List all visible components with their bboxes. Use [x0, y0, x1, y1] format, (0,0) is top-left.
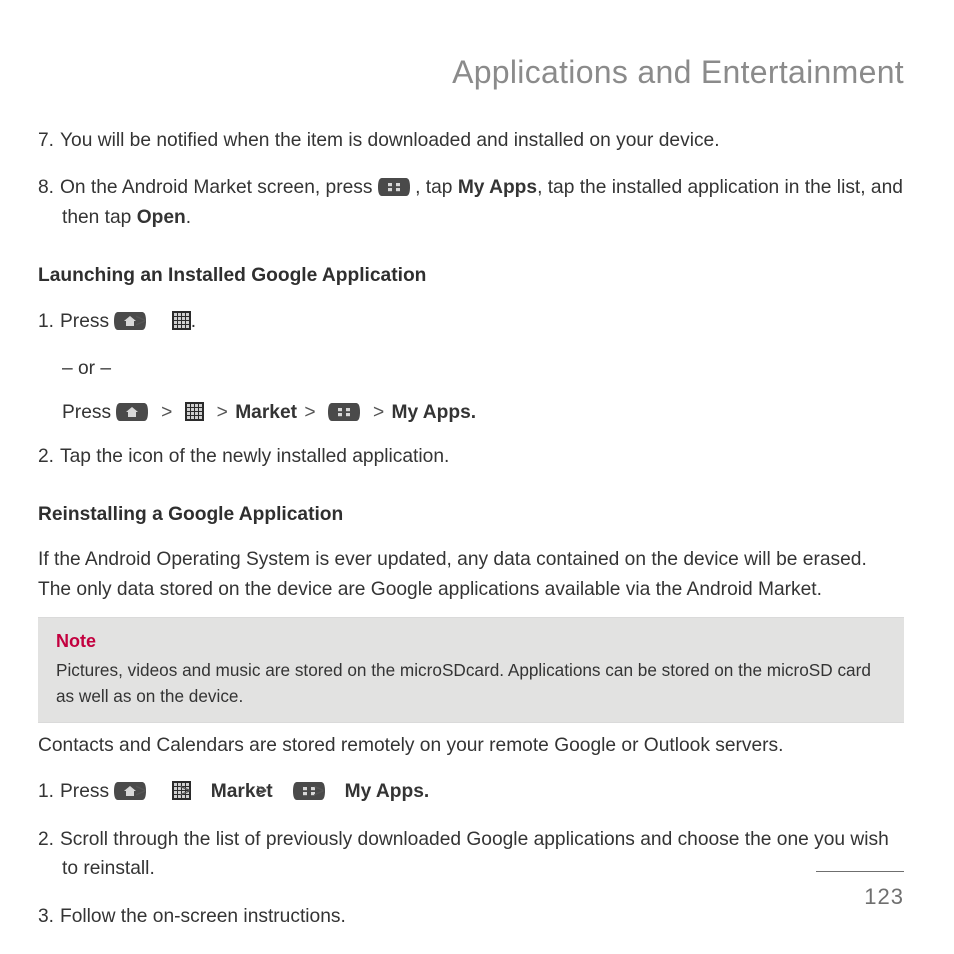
- step-number: 8.: [38, 173, 60, 203]
- step-text: You will be notified when the item is do…: [60, 130, 720, 151]
- home-key-icon: [116, 403, 148, 421]
- or-separator: – or –: [62, 354, 904, 384]
- ui-label: Market: [235, 402, 297, 423]
- menu-key-icon: [328, 403, 360, 421]
- step-text-part: Press: [60, 781, 114, 802]
- chevron-icon: >: [201, 777, 205, 807]
- launch-step-1: 1.Press > .: [38, 307, 904, 337]
- launch-step-1-alt: Press > > Market >: [62, 398, 904, 428]
- step-text: Scroll through the list of previously do…: [60, 829, 889, 880]
- ui-label: My Apps.: [345, 781, 430, 802]
- step-text-part: .: [186, 207, 191, 228]
- chevron-icon: >: [157, 307, 161, 337]
- page-footer: 123: [816, 871, 904, 914]
- reinstall-step-2: 2.Scroll through the list of previously …: [38, 825, 904, 885]
- step-text: Tap the icon of the newly installed appl…: [60, 446, 449, 467]
- note-body: Pictures, videos and music are stored on…: [56, 660, 871, 707]
- reinstall-step-3: 3.Follow the on-screen instructions.: [38, 902, 904, 932]
- section-heading-launching: Launching an Installed Google Applicatio…: [38, 261, 904, 291]
- reinstall-step-1: 1.Press > > Market >: [38, 777, 904, 807]
- step-number: 1.: [38, 307, 60, 337]
- manual-page: Applications and Entertainment 7.You wil…: [0, 0, 954, 954]
- chevron-icon: >: [335, 777, 339, 807]
- step-7: 7.You will be notified when the item is …: [38, 126, 904, 156]
- chevron-icon: >: [278, 777, 282, 807]
- chevron-icon: >: [159, 398, 174, 428]
- chevron-icon: >: [157, 777, 161, 807]
- footer-rule: 123: [816, 871, 904, 914]
- step-number: 1.: [38, 777, 60, 807]
- ui-label: My Apps: [458, 177, 537, 198]
- note-box: Note Pictures, videos and music are stor…: [38, 617, 904, 723]
- apps-grid-icon: [185, 402, 204, 421]
- page-number: 123: [864, 884, 904, 909]
- step-text: Follow the on-screen instructions.: [60, 906, 346, 927]
- step-number: 2.: [38, 442, 60, 472]
- step-number: 2.: [38, 825, 60, 855]
- ui-label: My Apps.: [392, 402, 477, 423]
- step-text-part: , tap: [410, 177, 458, 198]
- step-8: 8.On the Android Market screen, press , …: [38, 173, 904, 233]
- step-text-part: On the Android Market screen, press: [60, 177, 378, 198]
- apps-grid-icon: [172, 311, 191, 330]
- note-label: Note: [56, 628, 886, 656]
- step-text-part: Press: [60, 311, 114, 332]
- menu-key-icon: [378, 178, 410, 196]
- ui-label: Open: [137, 207, 186, 228]
- reinstall-intro: If the Android Operating System is ever …: [38, 545, 904, 605]
- chevron-icon: >: [371, 398, 386, 428]
- chevron-icon: >: [215, 398, 230, 428]
- launch-step-2: 2.Tap the icon of the newly installed ap…: [38, 442, 904, 472]
- chevron-icon: >: [302, 398, 317, 428]
- after-note-text: Contacts and Calendars are stored remote…: [38, 731, 904, 761]
- step-number: 3.: [38, 902, 60, 932]
- section-heading-reinstalling: Reinstalling a Google Application: [38, 500, 904, 530]
- page-title: Applications and Entertainment: [38, 48, 904, 98]
- step-number: 7.: [38, 126, 60, 156]
- step-text-part: Press: [62, 402, 116, 423]
- step-text-part: .: [191, 311, 196, 332]
